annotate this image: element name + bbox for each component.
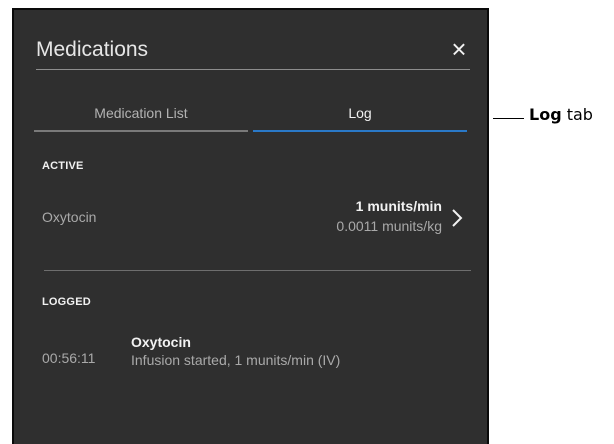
active-section-label: ACTIVE (42, 160, 84, 172)
callout-rest: tab (561, 105, 593, 124)
callout-line (493, 118, 524, 119)
section-divider (44, 270, 471, 271)
callout-bold: Log (529, 105, 562, 124)
active-medication-row[interactable]: Oxytocin 1 munits/min 0.0011 munits/kg (42, 198, 472, 242)
tab-log[interactable]: Log (253, 102, 467, 132)
callout-label: Log tab (529, 105, 593, 124)
chevron-right-icon[interactable] (448, 207, 466, 229)
active-drug-name: Oxytocin (42, 209, 97, 225)
active-rate-weight: 0.0011 munits/kg (336, 218, 442, 234)
log-entry-detail: Infusion started, 1 munits/min (IV) (131, 352, 341, 368)
logged-section-label: LOGGED (42, 296, 91, 308)
close-icon[interactable]: × (448, 36, 470, 62)
medications-panel: Medications × Medication List Log ACTIVE… (12, 8, 489, 444)
log-entry: 00:56:11 Oxytocin Infusion started, 1 mu… (42, 328, 472, 376)
log-entry-drug: Oxytocin (131, 334, 191, 350)
panel-title: Medications (36, 38, 149, 61)
active-rate: 1 munits/min (355, 198, 442, 214)
tab-medication-list[interactable]: Medication List (34, 102, 248, 132)
panel-header: Medications × (36, 35, 470, 70)
log-entry-time: 00:56:11 (42, 350, 96, 366)
